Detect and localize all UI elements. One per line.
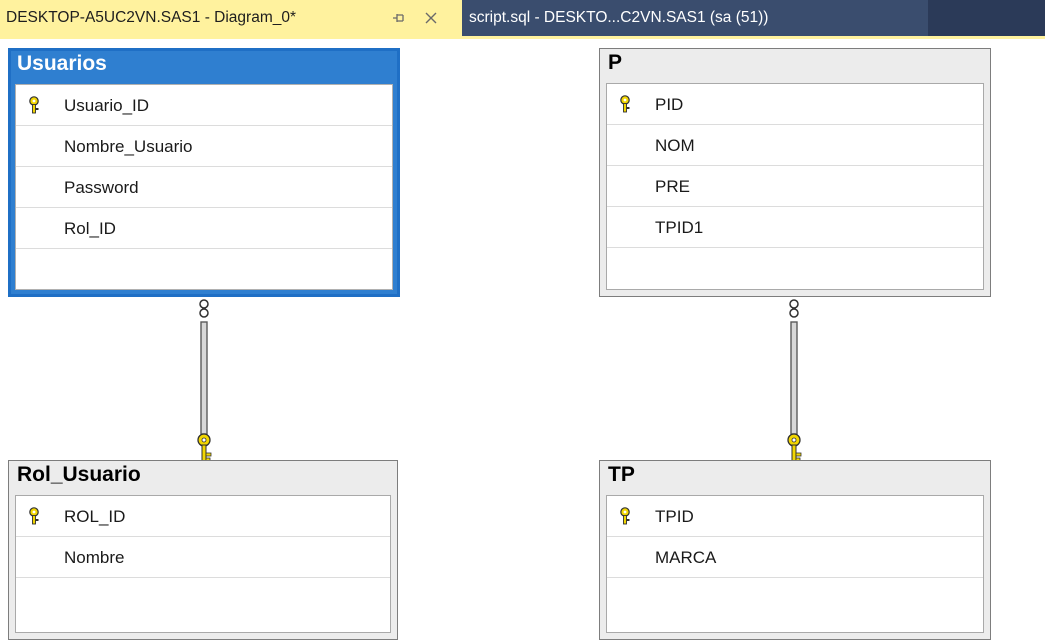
tab-script-label: script.sql - DESKTO...C2VN.SAS1 (sa (51)… [469, 9, 769, 26]
relationship-usuarios-rol[interactable] [190, 294, 220, 474]
column-row[interactable]: PRE [607, 166, 983, 207]
pin-icon[interactable] [386, 0, 412, 36]
column-row[interactable]: PID [607, 84, 983, 125]
column-name: Nombre_Usuario [64, 137, 193, 156]
tab-diagram-label: DESKTOP-A5UC2VN.SAS1 - Diagram_0* [6, 9, 297, 26]
column-name: Usuario_ID [64, 96, 150, 115]
column-name: PID [655, 95, 684, 114]
column-name: TPID1 [655, 218, 704, 237]
column-row[interactable]: NOM [607, 125, 983, 166]
table-p[interactable]: P PID NOM PRE TPID1 [599, 48, 991, 297]
relationship-p-tp[interactable] [780, 294, 810, 474]
column-row[interactable]: ROL_ID [16, 496, 390, 537]
column-row[interactable]: Nombre_Usuario [16, 126, 392, 167]
primary-key-icon [29, 507, 39, 525]
column-name: ROL_ID [64, 507, 126, 526]
infinity-icon [199, 299, 209, 318]
column-row[interactable]: TPID [607, 496, 983, 537]
column-row[interactable]: Nombre [16, 537, 390, 578]
infinity-icon [789, 299, 799, 318]
column-row[interactable]: MARCA [607, 537, 983, 578]
primary-key-icon [620, 95, 630, 113]
table-tp[interactable]: TP TPID MARCA [599, 460, 991, 640]
table-title: P [608, 51, 623, 74]
table-usuarios[interactable]: Usuarios Usuario_ID Nombre_Usuario Passw… [8, 48, 400, 297]
tab-script-sql[interactable]: script.sql - DESKTO...C2VN.SAS1 (sa (51)… [462, 0, 928, 36]
table-title: Rol_Usuario [17, 463, 141, 486]
table-title: Usuarios [17, 52, 107, 75]
key-icon [197, 433, 212, 464]
primary-key-icon [620, 507, 630, 525]
document-tab-strip: DESKTOP-A5UC2VN.SAS1 - Diagram_0* script… [0, 0, 1045, 40]
column-name: MARCA [655, 548, 717, 567]
column-grid: ROL_ID Nombre [15, 495, 391, 633]
column-row[interactable]: Password [16, 167, 392, 208]
column-name: PRE [655, 177, 690, 196]
close-icon[interactable] [418, 0, 444, 36]
column-row[interactable]: TPID1 [607, 207, 983, 248]
column-grid: Usuario_ID Nombre_Usuario Password Rol_I… [15, 84, 393, 290]
column-name: Rol_ID [64, 219, 116, 238]
key-icon [787, 433, 802, 464]
column-grid: TPID MARCA [606, 495, 984, 633]
column-row[interactable]: Usuario_ID [16, 85, 392, 126]
table-title: TP [608, 463, 635, 486]
diagram-canvas[interactable]: Usuarios Usuario_ID Nombre_Usuario Passw… [0, 40, 1045, 640]
column-name: TPID [655, 507, 694, 526]
column-row[interactable]: Rol_ID [16, 208, 392, 249]
active-tab-underline [0, 36, 1045, 39]
column-name: NOM [655, 136, 695, 155]
table-rol-usuario[interactable]: Rol_Usuario ROL_ID Nombre [8, 460, 398, 640]
column-name: Password [64, 178, 139, 197]
column-name: Nombre [64, 548, 125, 567]
column-grid: PID NOM PRE TPID1 [606, 83, 984, 290]
primary-key-icon [29, 96, 39, 114]
